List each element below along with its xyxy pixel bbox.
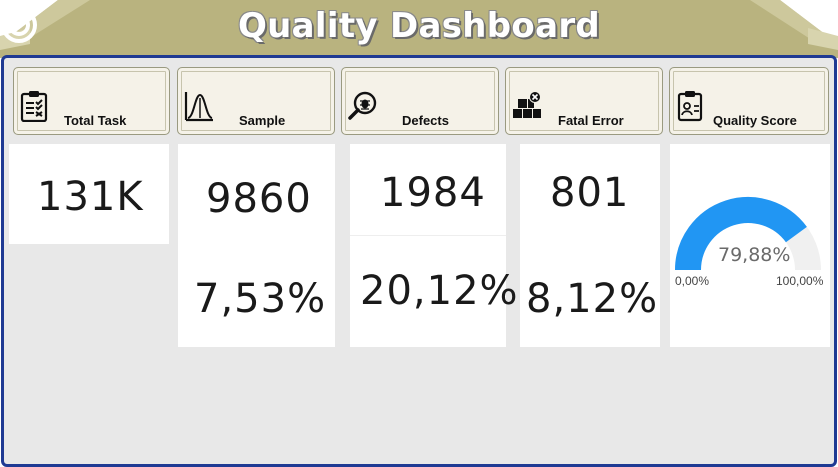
defects-panel: 1984 20,12% (350, 144, 518, 347)
defects-percent: 20,12% (360, 268, 519, 314)
fatal-error-percent: 8,12% (526, 276, 659, 322)
kpi-label: Total Task (64, 113, 127, 128)
fatal-error-panel: 801 8,12% (520, 144, 660, 347)
target-icon (1, 6, 38, 43)
stacked-boxes-error-icon (513, 91, 541, 118)
kpi-label: Defects (402, 113, 449, 128)
gauge-max-label: 100,00% (776, 274, 824, 288)
fatal-error-value: 801 (550, 170, 630, 216)
sample-value: 9860 (206, 176, 312, 222)
total-task-value: 131K (37, 174, 144, 220)
page-title: Quality Dashboard (237, 6, 601, 46)
kpi-card-defects[interactable]: Defects (341, 67, 499, 135)
gauge-min-label: 0,00% (675, 274, 710, 288)
header-banner: Quality Dashboard (0, 0, 838, 58)
kpi-card-sample[interactable]: Sample (177, 67, 335, 135)
sample-percent: 7,53% (194, 276, 327, 322)
sample-panel: 9860 7,53% (178, 144, 335, 347)
gauge-value: 79,88% (718, 244, 791, 266)
kpi-card-total-task[interactable]: Total Task (13, 67, 170, 135)
quality-score-panel: 79,88% 0,00% 100,00% (670, 144, 830, 347)
bug-magnifier-icon (348, 91, 377, 120)
title-group: Quality Dashboard (0, 4, 838, 48)
total-task-panel: 131K (9, 144, 169, 244)
kpi-label: Fatal Error (558, 113, 624, 128)
clipboard-person-icon (677, 91, 703, 122)
kpi-label: Quality Score (713, 113, 797, 128)
kpi-label: Sample (239, 113, 286, 128)
kpi-card-fatal-error[interactable]: Fatal Error (505, 67, 663, 135)
dashboard-frame: Total Task Sample Defects Fatal Error Qu… (1, 55, 837, 467)
panel-divider (350, 235, 506, 236)
kpi-card-quality-score[interactable]: Quality Score (669, 67, 829, 135)
clipboard-checklist-icon (20, 91, 48, 122)
defects-value: 1984 (380, 170, 486, 216)
bell-curve-icon (184, 92, 213, 122)
